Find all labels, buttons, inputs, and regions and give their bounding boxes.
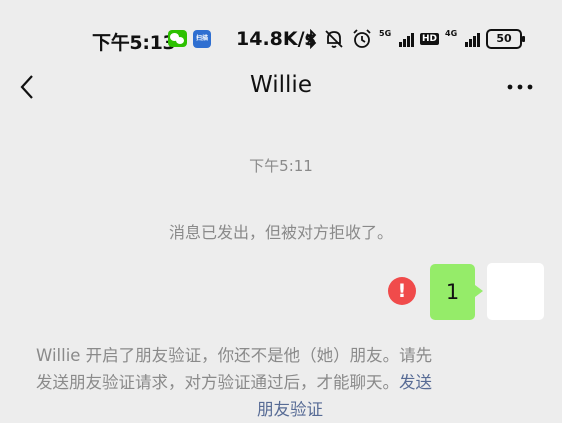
friend-verification-notice: Willie 开启了朋友验证，你还不是他（她）朋友。请先 发送朋友验证请求，对方… [36, 342, 526, 423]
status-time: 下午5:13 [92, 32, 176, 54]
wechat-notification-icon [168, 30, 187, 47]
verify-text-line: 朋友验证 [36, 396, 526, 423]
alarm-icon [353, 29, 371, 48]
network-speed: 14.8K/s [236, 28, 316, 50]
mute-bell-icon [325, 30, 343, 48]
chat-title: Willie [250, 72, 312, 98]
avatar[interactable] [487, 263, 544, 320]
more-dots-icon [507, 84, 533, 90]
more-button[interactable] [500, 72, 540, 102]
verify-text-line: 发送朋友验证请求，对方验证通过后，才能聊天。发送 [36, 369, 526, 396]
verify-text-line: Willie 开启了朋友验证，你还不是他（她）朋友。请先 [36, 346, 433, 365]
signal-5g-icon: 5G [379, 29, 414, 47]
battery-icon: 50 [486, 29, 526, 49]
sent-message-bubble[interactable]: 1 [430, 264, 483, 320]
send-failed-icon[interactable]: ! [388, 277, 416, 305]
status-icons: 5G HD 4G 50 [305, 27, 526, 51]
message-timestamp: 下午5:11 [249, 157, 313, 175]
scan-app-icon: 扫描 [193, 30, 211, 48]
rejected-notice: 消息已发出，但被对方拒收了。 [168, 223, 393, 242]
bluetooth-icon [306, 29, 317, 49]
verify-text: 发送朋友验证请求，对方验证通过后，才能聊天。 [36, 373, 399, 392]
status-bar: 下午5:13 扫描 14.8K/s 5G HD 4G 50 [0, 0, 562, 62]
signal-4g-icon: 4G [445, 29, 481, 47]
friend-verification-link[interactable]: 朋友验证 [257, 400, 323, 419]
send-verification-link[interactable]: 发送 [399, 373, 432, 392]
hd-icon: HD [420, 33, 440, 45]
chat-header: Willie [0, 62, 562, 112]
